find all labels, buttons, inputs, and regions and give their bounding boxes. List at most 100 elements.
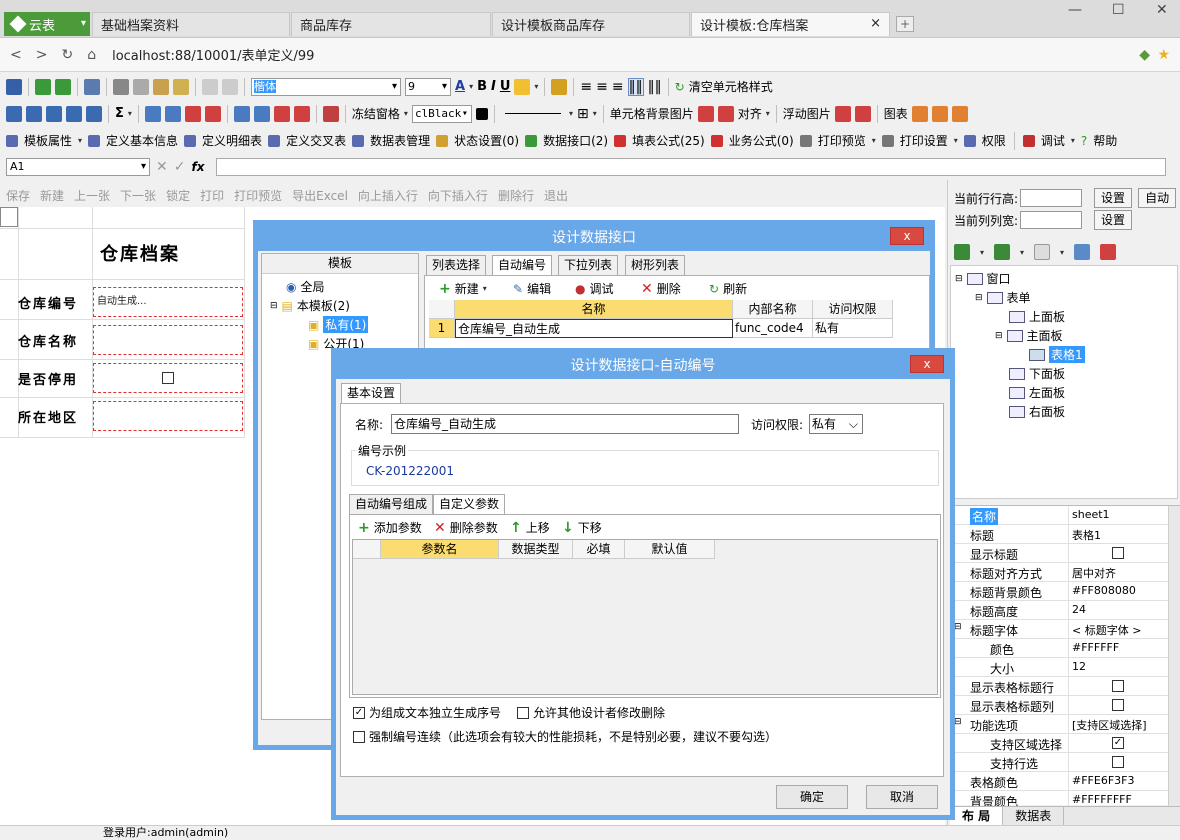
minimize-icon[interactable]: — [1068, 2, 1082, 18]
chart-add-icon[interactable] [931, 105, 948, 122]
status-settings-button[interactable]: 状态设置(0) [454, 132, 519, 149]
star-icon[interactable]: ★ [1157, 47, 1170, 63]
lock-action[interactable]: 锁定 [166, 187, 190, 204]
prop-value[interactable]: 表格1 [1072, 527, 1101, 543]
export-excel-action[interactable]: 导出Excel [292, 187, 348, 204]
align-left-icon[interactable]: ≡ [580, 79, 592, 95]
opt-force-continuous[interactable]: 强制编号连续（此选项会有较大的性能损耗，不是特别必要，建议不要勾选） [353, 728, 777, 745]
subtab-custom-params[interactable]: 自定义参数 [433, 494, 506, 514]
chart-button[interactable]: 图表 [884, 105, 908, 122]
brand-menu[interactable]: 云表 ▾ [4, 12, 90, 36]
data-table-manage-button[interactable]: 数据表管理 [370, 132, 430, 149]
float-image-remove-icon[interactable] [854, 105, 871, 122]
forward-icon[interactable]: > [36, 47, 48, 63]
tree-node-right-panel[interactable]: 右面板 [1009, 403, 1065, 420]
add-param-button[interactable]: + 添加参数 [358, 519, 422, 536]
float-image-button[interactable]: 浮动图片 [783, 105, 831, 122]
warehouse-code-cell[interactable]: 自动生成... [93, 287, 243, 317]
fill-color-icon[interactable] [514, 78, 531, 95]
cell-name[interactable]: 仓库编号_自动生成 [455, 319, 733, 338]
edit-button[interactable]: ✎ 编辑 [513, 280, 551, 297]
prop-value[interactable]: < 标题字体 > [1072, 622, 1141, 638]
prop-row[interactable]: ⊟ 标题字体 < 标题字体 > [950, 620, 1168, 639]
params-grid[interactable]: 参数名 数据类型 必填 默认值 [352, 539, 938, 695]
maximize-icon[interactable]: ☐ [1112, 2, 1125, 18]
float-image-add-icon[interactable] [834, 105, 851, 122]
undo-icon[interactable] [202, 78, 218, 95]
prop-row[interactable]: 标题背景颜色 #FF808080 [950, 582, 1168, 601]
delete-param-button[interactable]: ✕ 删除参数 [434, 519, 498, 536]
help-button[interactable]: 帮助 [1093, 132, 1117, 149]
tab-basic-settings[interactable]: 基本设置 [341, 383, 402, 403]
new-action[interactable]: 新建 [40, 187, 64, 204]
delete-row-icon[interactable] [46, 105, 62, 122]
insert-row-below-action[interactable]: 向下插入行 [428, 187, 488, 204]
merge-icon[interactable] [86, 105, 102, 122]
col-width-input[interactable] [1020, 211, 1083, 229]
cell-bg-image-button[interactable]: 单元格背景图片 [610, 105, 694, 122]
cell-b-icon[interactable] [253, 105, 270, 122]
insert-col-icon[interactable] [26, 105, 42, 122]
define-basic-info-button[interactable]: 定义基本信息 [106, 132, 178, 149]
delete-button[interactable]: ✕ 删除 [641, 280, 681, 297]
formula-input[interactable] [216, 158, 1167, 176]
import-icon[interactable] [35, 78, 51, 95]
tab-basic-archive[interactable]: 基础档案资料 [92, 12, 290, 36]
tab-design-warehouse[interactable]: 设计模板:仓库档案 × [691, 12, 890, 36]
opt2-checkbox[interactable] [517, 706, 529, 719]
show-title-checkbox[interactable] [1112, 547, 1124, 559]
redo-icon[interactable] [222, 78, 238, 95]
tab-tree-list[interactable]: 树形列表 [625, 255, 686, 275]
tree-private[interactable]: ▣ 私有(1) [308, 316, 369, 333]
show-header-row-checkbox[interactable] [1112, 680, 1124, 692]
prop-value[interactable]: #FF808080 [1072, 584, 1136, 597]
print-preview-menu[interactable]: 打印预览 [818, 132, 866, 149]
bold-icon[interactable]: B [477, 79, 487, 94]
align-right-icon[interactable]: ≡ [612, 79, 624, 95]
prop-value[interactable]: #FFFFFF [1072, 641, 1119, 654]
border-icon[interactable]: ⊞ [577, 106, 589, 122]
lock-icon[interactable] [551, 78, 568, 95]
confirm-icon[interactable]: ✓ [174, 159, 186, 175]
template-props-menu[interactable]: 模板属性 [24, 132, 72, 149]
print-action[interactable]: 打印 [200, 187, 224, 204]
tab-auto-number[interactable]: 自动编号 [492, 255, 553, 275]
tree-node-top-panel[interactable]: 上面板 [1009, 308, 1065, 325]
tree-node-table1[interactable]: 表格1 [1029, 346, 1085, 363]
delete-row-action[interactable]: 删除行 [498, 187, 534, 204]
align-button[interactable]: 对齐 [738, 105, 762, 122]
cut-icon[interactable] [113, 78, 129, 95]
disabled-cell[interactable] [93, 363, 243, 393]
back-icon[interactable]: < [10, 47, 22, 63]
row-select-checkbox[interactable] [1112, 756, 1124, 768]
close-tab-icon[interactable]: × [870, 16, 881, 31]
font-size-select[interactable]: 9 [405, 77, 451, 96]
chart-bar-icon[interactable] [911, 105, 928, 122]
prop-row[interactable]: 支持行选 [950, 753, 1168, 772]
prev-action[interactable]: 上一张 [74, 187, 110, 204]
cell-c-icon[interactable] [273, 105, 290, 122]
preview-icon[interactable] [84, 78, 100, 95]
prop-value[interactable]: #FFFFFFFF [1072, 793, 1132, 806]
opt-allow-modify[interactable]: 允许其他设计者修改删除 [517, 704, 665, 721]
tree-node-main-panel[interactable]: ⊟ 主面板 [995, 327, 1063, 344]
tree-node-window[interactable]: ⊟ 窗口 [955, 270, 1011, 287]
tab-list-select[interactable]: 列表选择 [426, 255, 487, 275]
prop-row[interactable]: 显示表格标题列 [950, 696, 1168, 715]
refresh-button[interactable]: ↻ 刷新 [709, 280, 747, 297]
table-delete-icon[interactable] [184, 105, 201, 122]
exit-action[interactable]: 退出 [544, 187, 568, 204]
prop-row[interactable]: 显示表格标题行 [950, 677, 1168, 696]
define-detail-table-button[interactable]: 定义明细表 [202, 132, 262, 149]
window-icon[interactable] [1074, 244, 1091, 260]
align-center-icon[interactable]: ≡ [596, 79, 608, 95]
prop-row[interactable]: 大小 12 [950, 658, 1168, 677]
col-header-name[interactable]: 名称 [455, 300, 733, 319]
copy-icon[interactable] [133, 78, 149, 95]
move-up-button[interactable]: ↑ 上移 [510, 519, 550, 536]
save-icon[interactable] [6, 78, 22, 95]
access-select[interactable]: 私有 ⌵ [809, 414, 863, 434]
opt1-checkbox[interactable]: ✓ [353, 706, 365, 719]
save-action[interactable]: 保存 [6, 187, 30, 204]
paste-icon[interactable] [153, 78, 169, 95]
